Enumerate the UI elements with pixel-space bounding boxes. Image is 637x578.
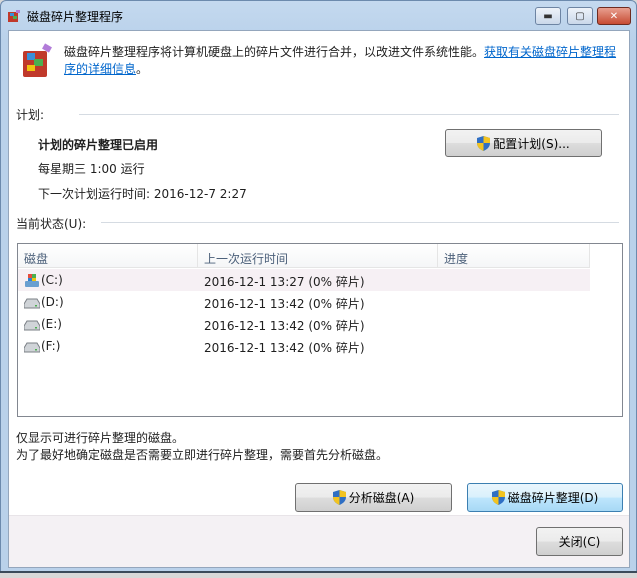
schedule-frequency: 每星期三 1:00 运行 [38, 162, 145, 176]
disk-last-run: 2016-12-1 13:42 (0% 碎片) [204, 297, 365, 311]
close-label: 关闭(C) [558, 535, 601, 549]
maximize-icon: ▢ [575, 10, 585, 22]
disk-row[interactable]: (F:) 2016-12-1 13:42 (0% 碎片) [18, 335, 590, 357]
hard-drive-icon [24, 298, 40, 309]
more-info-link[interactable]: 获取有关磁盘碎片整理程 [484, 45, 616, 59]
note-only-defraggable: 仅显示可进行碎片整理的磁盘。 [16, 431, 185, 445]
dialog-footer: 关闭(C) [9, 515, 629, 567]
analyze-disk-button[interactable]: 分析磁盘(A) [295, 483, 452, 512]
analyze-disk-label: 分析磁盘(A) [348, 491, 415, 505]
disk-name: (C:) [41, 273, 63, 287]
uac-shield-icon [477, 135, 491, 151]
close-button[interactable]: 关闭(C) [536, 527, 623, 556]
disk-row[interactable]: (D:) 2016-12-1 13:42 (0% 碎片) [18, 291, 590, 313]
configure-schedule-label: 配置计划(S)... [493, 136, 570, 151]
disk-name: (E:) [41, 317, 62, 331]
intro-description: 磁盘碎片整理程序将计算机硬盘上的碎片文件进行合并，以改进文件系统性能。 [64, 45, 485, 59]
column-header-disk[interactable]: 磁盘 [18, 244, 198, 268]
uac-shield-icon [491, 490, 505, 505]
maximize-button[interactable]: ▢ [567, 7, 593, 25]
hard-drive-icon [24, 320, 40, 331]
defragment-disk-label: 磁盘碎片整理(D) [507, 491, 599, 505]
column-header-progress[interactable]: 进度 [438, 244, 590, 268]
window-bottom-edge [0, 571, 637, 573]
dialog-client: 磁盘碎片整理程序将计算机硬盘上的碎片文件进行合并，以改进文件系统性能。获取有关磁… [8, 30, 630, 568]
close-icon: ✕ [609, 10, 619, 22]
note-analyze-first: 为了最好地确定磁盘是否需要立即进行碎片整理，需要首先分析磁盘。 [16, 448, 389, 462]
hard-drive-icon [24, 342, 40, 353]
schedule-next-run: 下一次计划运行时间: 2016-12-7 2:27 [38, 187, 247, 201]
defragment-disk-button[interactable]: 磁盘碎片整理(D) [467, 483, 623, 512]
minimize-icon: ▬ [543, 10, 553, 22]
disk-last-run: 2016-12-1 13:42 (0% 碎片) [204, 319, 365, 333]
configure-schedule-button[interactable]: 配置计划(S)... [445, 129, 602, 157]
disk-last-run: 2016-12-1 13:42 (0% 碎片) [204, 341, 365, 355]
uac-shield-icon [332, 490, 346, 505]
column-header-last-run[interactable]: 上一次运行时间 [198, 244, 438, 268]
disk-name: (D:) [41, 295, 64, 309]
current-status-label: 当前状态(U): [16, 217, 87, 231]
window-title: 磁盘碎片整理程序 [27, 10, 124, 24]
disk-row[interactable]: (C:) 2016-12-1 13:27 (0% 碎片) [18, 269, 590, 291]
status-divider [101, 222, 619, 223]
minimize-button[interactable]: ▬ [535, 7, 561, 25]
defrag-large-icon [23, 43, 52, 77]
defragmenter-window: 磁盘碎片整理程序 ▬ ▢ ✕ 磁盘碎片整理程序将计算机硬盘上的碎片文件进行合并，… [0, 0, 637, 572]
intro-suffix: 。 [136, 62, 149, 76]
defrag-app-icon [8, 10, 20, 22]
disk-row[interactable]: (E:) 2016-12-1 13:42 (0% 碎片) [18, 313, 590, 335]
disk-list[interactable]: 磁盘 上一次运行时间 进度 (C:) 2016-12-1 13:27 (0% 碎片… [17, 243, 623, 417]
schedule-status: 计划的碎片整理已启用 [38, 138, 159, 152]
more-info-link-cont[interactable]: 序的详细信息 [64, 62, 136, 76]
disk-name: (F:) [41, 339, 61, 353]
schedule-divider [79, 114, 619, 115]
intro-text: 磁盘碎片整理程序将计算机硬盘上的碎片文件进行合并，以改进文件系统性能。获取有关磁… [64, 44, 616, 78]
close-window-button[interactable]: ✕ [597, 7, 631, 25]
schedule-label: 计划: [16, 108, 45, 122]
system-drive-icon [25, 274, 39, 287]
disk-last-run: 2016-12-1 13:27 (0% 碎片) [204, 275, 365, 289]
